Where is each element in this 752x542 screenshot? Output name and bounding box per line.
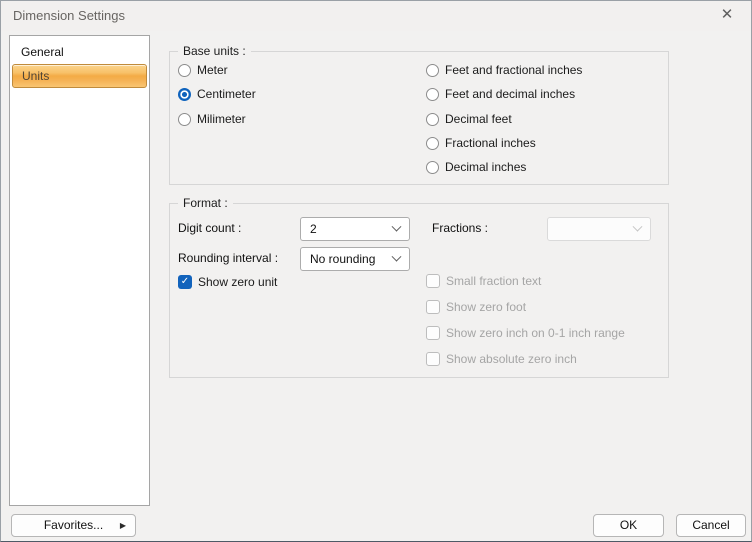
radio-icon: [426, 88, 439, 101]
radio-fractional-inches[interactable]: Fractional inches: [426, 136, 536, 150]
digit-count-label: Digit count :: [178, 221, 241, 235]
format-legend: Format :: [178, 196, 233, 210]
checkbox-icon: [426, 352, 440, 366]
radio-label: Decimal feet: [445, 112, 512, 126]
radio-feet-decimal-inches[interactable]: Feet and decimal inches: [426, 87, 575, 101]
show-zero-inch-range-checkbox: Show zero inch on 0-1 inch range: [426, 326, 625, 340]
radio-feet-fractional-inches[interactable]: Feet and fractional inches: [426, 63, 582, 77]
radio-label: Decimal inches: [445, 160, 526, 174]
base-units-legend: Base units :: [178, 44, 251, 58]
rounding-interval-dropdown[interactable]: No rounding: [300, 247, 410, 271]
title-bar: Dimension Settings ✕: [1, 1, 751, 31]
chevron-down-icon: [392, 221, 402, 231]
rounding-interval-value: No rounding: [310, 252, 375, 266]
radio-icon: [426, 64, 439, 77]
close-icon[interactable]: ✕: [709, 1, 745, 31]
radio-decimal-inches[interactable]: Decimal inches: [426, 160, 526, 174]
radio-label: Feet and fractional inches: [445, 63, 582, 77]
checkbox-label: Show zero unit: [198, 275, 277, 289]
show-absolute-zero-inch-checkbox: Show absolute zero inch: [426, 352, 577, 366]
rounding-interval-label: Rounding interval :: [178, 251, 278, 265]
sidebar-item-units[interactable]: Units: [12, 64, 147, 88]
sidebar-item-general[interactable]: General: [10, 40, 149, 64]
radio-decimal-feet[interactable]: Decimal feet: [426, 112, 512, 126]
radio-icon: [426, 137, 439, 150]
arrow-right-icon: ▶: [120, 522, 126, 530]
chevron-down-icon: [633, 221, 643, 231]
radio-label: Fractional inches: [445, 136, 536, 150]
radio-label: Milimeter: [197, 112, 246, 126]
chevron-down-icon: [392, 251, 402, 261]
checkbox-label: Show absolute zero inch: [446, 352, 577, 366]
radio-label: Feet and decimal inches: [445, 87, 575, 101]
radio-checked-icon: [178, 88, 191, 101]
base-units-group: Base units : Meter Centimeter Milimeter …: [169, 51, 669, 185]
checkbox-label: Show zero inch on 0-1 inch range: [446, 326, 625, 340]
checkbox-icon: [426, 300, 440, 314]
format-group: Format : Digit count : 2 Fractions : Rou…: [169, 203, 669, 378]
favorites-label: Favorites...: [44, 518, 103, 532]
ok-button[interactable]: OK: [593, 514, 664, 537]
fractions-label: Fractions :: [432, 221, 488, 235]
radio-icon: [178, 113, 191, 126]
checkbox-icon: [426, 326, 440, 340]
cancel-button[interactable]: Cancel: [676, 514, 746, 537]
radio-icon: [426, 161, 439, 174]
radio-centimeter[interactable]: Centimeter: [178, 87, 256, 101]
checkbox-icon: [426, 274, 440, 288]
radio-label: Meter: [197, 63, 228, 77]
radio-meter[interactable]: Meter: [178, 63, 228, 77]
checkbox-label: Show zero foot: [446, 300, 526, 314]
radio-icon: [426, 113, 439, 126]
checkbox-label: Small fraction text: [446, 274, 541, 288]
favorites-button[interactable]: Favorites... ▶: [11, 514, 136, 537]
radio-milimeter[interactable]: Milimeter: [178, 112, 246, 126]
dialog-title: Dimension Settings: [13, 1, 125, 31]
checkbox-checked-icon: ✓: [178, 275, 192, 289]
show-zero-unit-checkbox[interactable]: ✓ Show zero unit: [178, 275, 277, 289]
show-zero-foot-checkbox: Show zero foot: [426, 300, 526, 314]
category-sidebar: General Units: [9, 35, 150, 506]
radio-icon: [178, 64, 191, 77]
small-fraction-text-checkbox: Small fraction text: [426, 274, 541, 288]
digit-count-dropdown[interactable]: 2: [300, 217, 410, 241]
radio-label: Centimeter: [197, 87, 256, 101]
dimension-settings-dialog: Dimension Settings ✕ General Units Base …: [0, 0, 752, 542]
digit-count-value: 2: [310, 222, 317, 236]
fractions-dropdown: [547, 217, 651, 241]
